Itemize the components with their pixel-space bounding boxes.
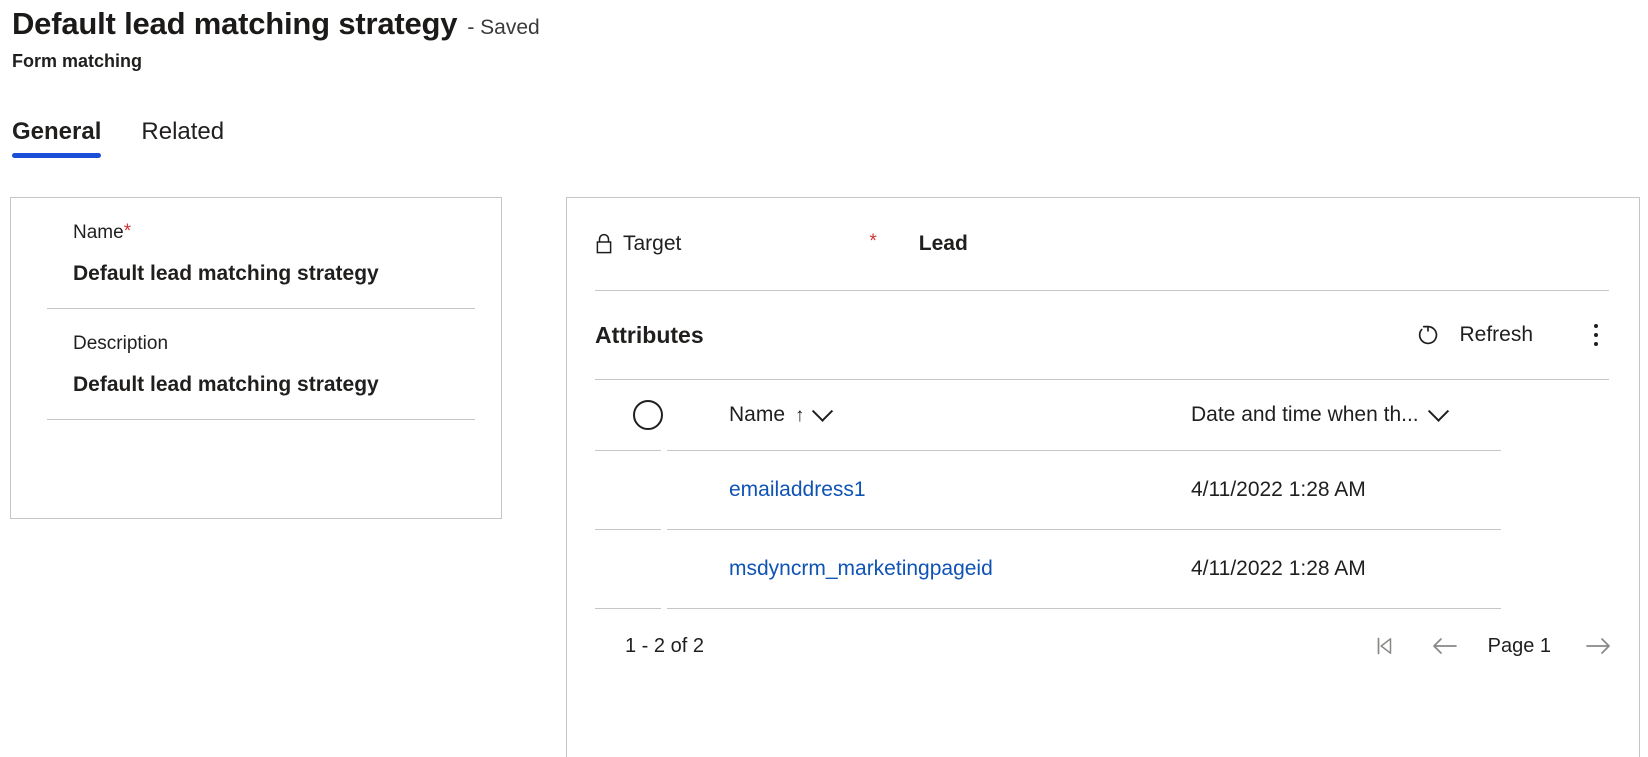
name-field-label: Name* (73, 198, 475, 244)
name-field-value[interactable]: Default lead matching strategy (73, 244, 475, 286)
divider-segment-name (667, 608, 1065, 609)
row-name-cell: msdyncrm_marketingpageid (691, 557, 1157, 581)
column-header-name-label: Name (729, 403, 786, 426)
description-field-group: Description Default lead matching strate… (11, 309, 501, 397)
target-value[interactable]: Lead (919, 232, 968, 256)
divider-segment-name (667, 450, 1065, 451)
more-vertical-icon[interactable] (1583, 320, 1609, 350)
more-dot-3 (1594, 342, 1598, 346)
general-details-card: Name* Default lead matching strategy Des… (10, 197, 502, 519)
title-row: Default lead matching strategy - Saved (12, 4, 1612, 48)
target-required-asterisk: * (869, 231, 877, 252)
sort-ascending-arrow-icon: ↑ (795, 404, 805, 426)
chevron-down-icon[interactable] (1427, 400, 1449, 422)
name-field-group: Name* Default lead matching strategy (11, 198, 501, 286)
page-title: Default lead matching strategy (12, 6, 458, 41)
row-name-cell: emailaddress1 (691, 478, 1157, 502)
table-row[interactable]: msdyncrm_marketingpageid 4/11/2022 1:28 … (567, 530, 1639, 608)
row-date-cell: 4/11/2022 1:28 AM (1157, 478, 1639, 502)
divider-segment-date (1065, 450, 1501, 451)
divider-segment-select (595, 450, 661, 451)
form-subtitle: Form matching (12, 51, 143, 71)
tab-general-label: General (12, 118, 102, 145)
divider-segment-name (667, 529, 1065, 530)
page-number-label: Page 1 (1487, 634, 1551, 657)
grid-select-all-cell (595, 400, 691, 430)
target-attributes-panel: Target * Lead Attributes Refresh Name ↑ … (566, 197, 1640, 757)
lock-icon (594, 233, 614, 255)
refresh-icon (1415, 322, 1441, 348)
tab-general[interactable]: General (12, 118, 102, 158)
grid-header-row: Name ↑ Date and time when th... (567, 380, 1639, 450)
tab-related[interactable]: Related (141, 118, 224, 158)
select-all-circle-icon[interactable] (633, 400, 663, 430)
target-label: Target (623, 232, 682, 255)
divider-segment-date (1065, 529, 1501, 530)
table-row[interactable]: emailaddress1 4/11/2022 1:28 AM (567, 451, 1639, 529)
column-header-name[interactable]: Name ↑ (691, 400, 1157, 427)
grid-divider-row-1 (595, 529, 1609, 530)
first-page-icon[interactable] (1372, 633, 1398, 659)
target-field-row: Target * Lead (567, 198, 1639, 290)
tab-active-indicator (12, 153, 102, 158)
chevron-down-icon[interactable] (811, 400, 833, 422)
page-header: Default lead matching strategy - Saved F… (12, 4, 1612, 72)
grid-divider-header (595, 450, 1609, 451)
attributes-toolbar: Attributes Refresh (567, 291, 1639, 379)
attribute-date-value: 4/11/2022 1:28 AM (1191, 478, 1366, 501)
pagination-controls: Page 1 (1372, 633, 1610, 659)
name-required-asterisk: * (123, 221, 132, 242)
tab-list: General Related (12, 118, 224, 158)
description-field-label: Description (73, 333, 169, 354)
tab-related-label: Related (141, 118, 225, 145)
grid-footer: 1 - 2 of 2 Page 1 (567, 609, 1639, 683)
divider-segment-date (1065, 608, 1501, 609)
attribute-name-link[interactable]: msdyncrm_marketingpageid (729, 557, 993, 581)
attribute-date-value: 4/11/2022 1:28 AM (1191, 557, 1366, 580)
next-page-arrow-icon[interactable] (1583, 633, 1610, 659)
divider-segment-select (595, 608, 661, 609)
more-dot-1 (1594, 324, 1598, 328)
description-field-value[interactable]: Default lead matching strategy (73, 355, 475, 397)
attributes-title: Attributes (595, 321, 704, 348)
attributes-grid: Name ↑ Date and time when th... emailadd… (567, 380, 1639, 683)
saved-status-text: - Saved (467, 16, 540, 39)
grid-divider-row-2 (595, 608, 1609, 609)
row-date-cell: 4/11/2022 1:28 AM (1157, 557, 1639, 581)
divider-segment-select (595, 529, 661, 530)
column-header-date[interactable]: Date and time when th... (1157, 400, 1639, 427)
name-label-text: Name (73, 222, 124, 243)
record-count-label: 1 - 2 of 2 (625, 634, 704, 657)
previous-page-arrow-icon[interactable] (1430, 633, 1457, 659)
attribute-name-link[interactable]: emailaddress1 (729, 478, 866, 502)
refresh-label: Refresh (1459, 323, 1533, 346)
more-dot-2 (1594, 333, 1598, 337)
column-header-date-label: Date and time when th... (1191, 403, 1419, 426)
refresh-button[interactable]: Refresh (1415, 322, 1533, 348)
field-divider-2 (47, 419, 475, 420)
